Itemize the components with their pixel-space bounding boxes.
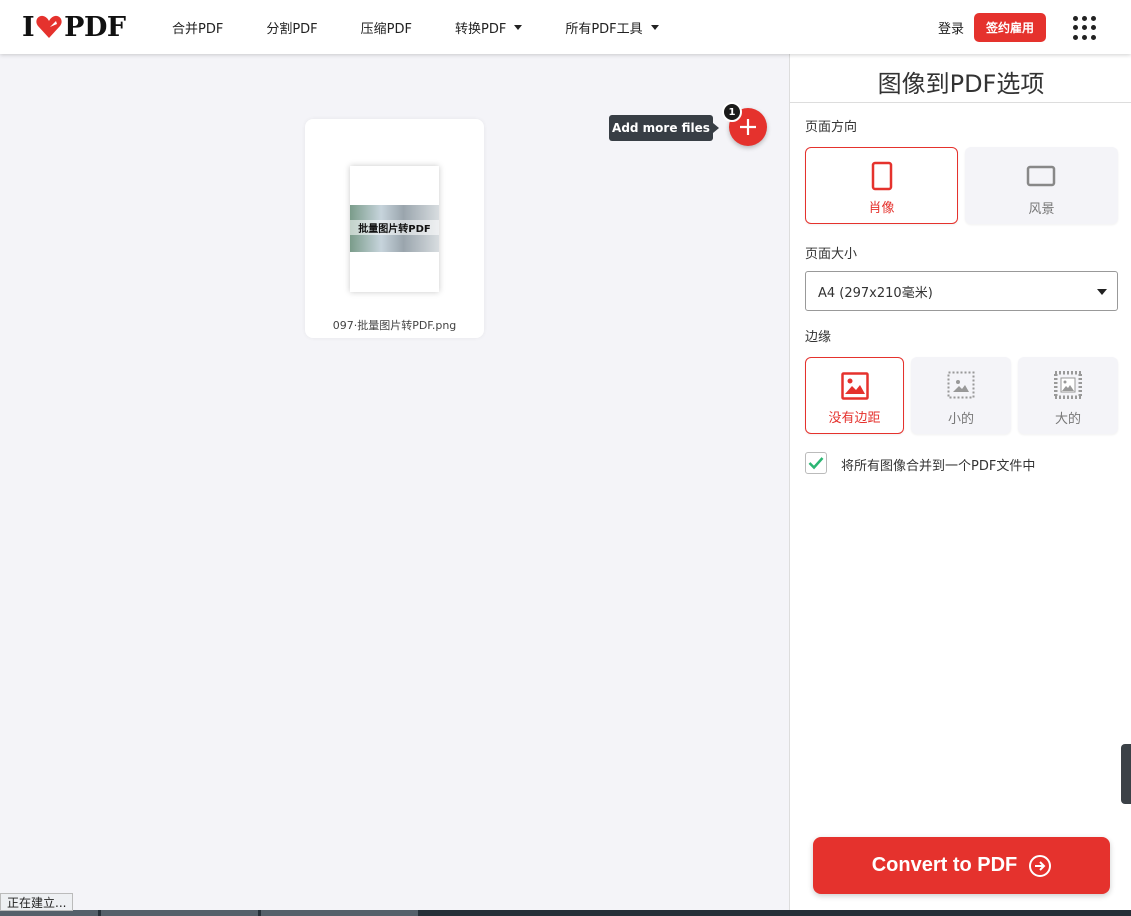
page-size-select[interactable]: A4 (297x210毫米) xyxy=(805,271,1118,311)
nav-compress-pdf[interactable]: 压缩PDF xyxy=(361,18,412,37)
thumbnail-text: 批量图片转PDF xyxy=(350,220,439,235)
margin-small-option[interactable]: 小的 xyxy=(911,357,1011,434)
file-count-badge: 1 xyxy=(722,102,742,122)
nav-merge-pdf[interactable]: 合并PDF xyxy=(172,18,223,37)
option-label: 小的 xyxy=(947,412,974,427)
nav-label: 分割PDF xyxy=(266,21,318,37)
file-card[interactable]: 批量图片转PDF 097·批量图片转PDF.png xyxy=(305,119,484,338)
option-label: 肖像 xyxy=(868,201,895,216)
apps-grid-icon[interactable] xyxy=(1073,16,1097,40)
option-label: 风景 xyxy=(1028,202,1055,217)
signup-button[interactable]: 签约雇用 xyxy=(974,13,1046,42)
merge-images-checkbox[interactable] xyxy=(805,452,827,474)
os-taskbar xyxy=(0,910,1131,916)
browser-status-bar: 正在建立... xyxy=(0,893,74,911)
heart-icon xyxy=(36,15,62,38)
orientation-label: 页面方向 xyxy=(805,120,858,135)
caret-down-icon xyxy=(650,24,659,30)
plus-icon xyxy=(740,119,756,135)
main-nav: 合并PDF 分割PDF 压缩PDF 转换PDF 所有PDF工具 xyxy=(172,0,702,54)
margin-none-option[interactable]: 没有边距 xyxy=(805,357,904,434)
nav-label: 压缩PDF xyxy=(360,21,412,37)
file-thumbnail: 批量图片转PDF xyxy=(350,166,439,292)
portrait-page-icon xyxy=(871,161,893,191)
option-label: 没有边距 xyxy=(828,411,881,426)
options-sidebar: 图像到PDF选项 页面方向 肖像 风景 页面大小 A4 (297x210毫米) … xyxy=(789,54,1131,910)
option-label: 大的 xyxy=(1054,412,1081,427)
nav-label: 所有PDF工具 xyxy=(565,21,643,37)
arrow-right-circle-icon xyxy=(1029,854,1052,877)
divider xyxy=(790,102,1131,103)
file-name: 097·批量图片转PDF.png xyxy=(332,319,457,332)
nav-split-pdf[interactable]: 分割PDF xyxy=(266,18,317,37)
orientation-landscape-option[interactable]: 风景 xyxy=(965,147,1118,224)
logo-letter-i: I xyxy=(22,11,35,43)
top-header: I PDF 合并PDF 分割PDF 压缩PDF 转换PDF 所有PDF工具 登录… xyxy=(0,0,1131,54)
image-small-margin-icon xyxy=(947,371,975,399)
select-value: A4 (297x210毫米) xyxy=(818,285,933,301)
merge-images-label[interactable]: 将所有图像合并到一个PDF文件中 xyxy=(841,455,1035,474)
add-more-files-tooltip: Add more files xyxy=(609,115,719,141)
thumbnail-image: 批量图片转PDF xyxy=(350,205,439,252)
sidebar-title: 图像到PDF选项 xyxy=(877,70,1045,98)
page-size-label: 页面大小 xyxy=(805,247,858,262)
ilovepdf-logo[interactable]: I PDF xyxy=(22,11,126,43)
nav-label: 合并PDF xyxy=(172,21,224,37)
nav-convert-pdf[interactable]: 转换PDF xyxy=(454,18,523,37)
convert-label: Convert to PDF xyxy=(871,854,1018,876)
checkmark-icon xyxy=(808,457,824,470)
margin-label: 边缘 xyxy=(805,330,832,345)
caret-down-icon xyxy=(514,24,523,30)
logo-word-pdf: PDF xyxy=(64,11,126,43)
convert-to-pdf-button[interactable]: Convert to PDF xyxy=(813,837,1110,894)
nav-all-pdf-tools[interactable]: 所有PDF工具 xyxy=(565,18,659,37)
side-panel-handle[interactable] xyxy=(1121,744,1131,804)
orientation-portrait-option[interactable]: 肖像 xyxy=(805,147,958,224)
margin-big-option[interactable]: 大的 xyxy=(1018,357,1118,434)
image-no-margin-icon xyxy=(841,372,869,400)
nav-label: 转换PDF xyxy=(454,21,507,37)
file-workarea: 批量图片转PDF 097·批量图片转PDF.png Add more files… xyxy=(0,54,789,910)
image-big-margin-icon xyxy=(1054,371,1082,399)
login-link[interactable]: 登录 xyxy=(938,18,964,37)
landscape-page-icon xyxy=(1026,165,1056,187)
caret-down-icon xyxy=(1097,289,1107,295)
